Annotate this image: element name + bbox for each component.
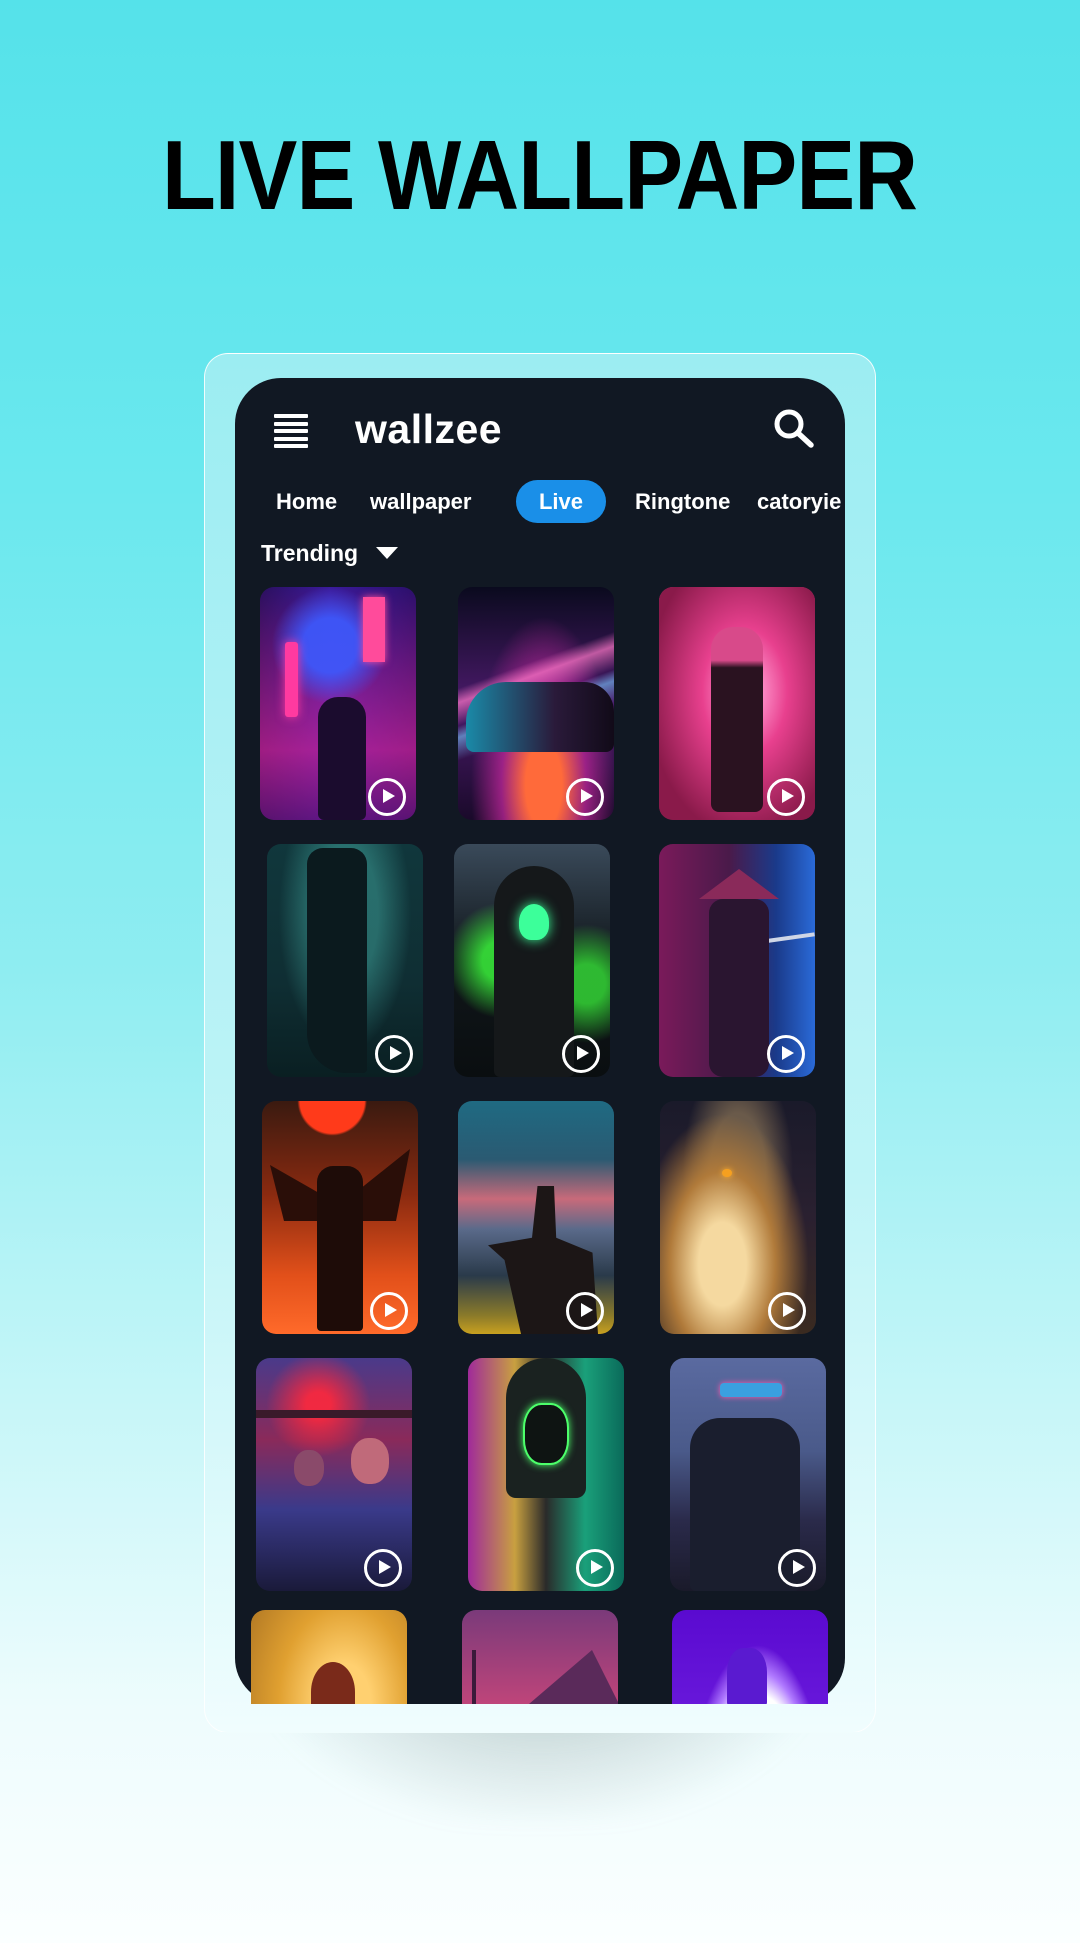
wallpaper-card[interactable]	[659, 844, 815, 1077]
headline-text: LIVE WALLPAPER	[162, 120, 918, 230]
tab-wallpaper[interactable]: wallpaper	[370, 482, 471, 522]
wallpaper-card[interactable]	[262, 1101, 418, 1334]
figure-silhouette	[709, 899, 769, 1077]
search-icon[interactable]	[770, 405, 818, 453]
face	[294, 1450, 324, 1486]
wallpaper-card[interactable]	[454, 844, 610, 1077]
play-circle-icon[interactable]	[576, 1549, 614, 1587]
warrior-silhouette	[317, 1166, 363, 1331]
visor	[720, 1383, 782, 1397]
play-circle-icon[interactable]	[566, 778, 604, 816]
tab-home[interactable]: Home	[276, 482, 337, 522]
play-circle-icon[interactable]	[566, 1292, 604, 1330]
wallpaper-card[interactable]	[458, 1101, 614, 1334]
face	[351, 1438, 389, 1484]
wallpaper-card[interactable]	[458, 587, 614, 820]
reaper-hood	[494, 866, 574, 1077]
play-circle-icon[interactable]	[370, 1292, 408, 1330]
wallpaper-card[interactable]	[260, 587, 416, 820]
page-headline: LIVE WALLPAPER	[0, 120, 1080, 230]
cat-eye	[722, 1169, 732, 1177]
character-silhouette	[711, 627, 763, 812]
category-tabs: Home wallpaper Live Ringtone catoryie	[235, 470, 845, 530]
wallpaper-card[interactable]	[256, 1358, 412, 1591]
play-circle-icon[interactable]	[778, 1549, 816, 1587]
neon-sign	[285, 642, 298, 717]
wallpaper-card[interactable]	[670, 1358, 826, 1591]
app-logo: wallzee	[355, 406, 503, 452]
palm-tree	[472, 1650, 476, 1704]
hamburger-menu-icon[interactable]	[274, 414, 308, 448]
play-circle-icon[interactable]	[375, 1035, 413, 1073]
play-circle-icon[interactable]	[368, 778, 406, 816]
wallpaper-card[interactable]	[672, 1610, 828, 1704]
wallpaper-card[interactable]	[462, 1610, 618, 1704]
wallpaper-card[interactable]	[660, 1101, 816, 1334]
figure-silhouette	[727, 1648, 767, 1704]
wallpaper-card[interactable]	[267, 844, 423, 1077]
play-circle-icon[interactable]	[562, 1035, 600, 1073]
figure-silhouette	[318, 697, 366, 820]
tab-ringtone[interactable]: Ringtone	[635, 482, 730, 522]
wallpaper-card[interactable]	[468, 1358, 624, 1591]
play-circle-icon[interactable]	[767, 778, 805, 816]
wallpaper-card[interactable]	[659, 587, 815, 820]
tab-categories[interactable]: catoryie	[757, 482, 841, 522]
caret-down-icon[interactable]	[376, 547, 398, 559]
glowing-skull	[519, 904, 549, 940]
car-silhouette	[466, 682, 614, 752]
neon-mask	[523, 1403, 569, 1465]
neon-sign	[363, 597, 385, 662]
sword-bar	[256, 1410, 412, 1418]
tab-live[interactable]: Live	[516, 480, 606, 523]
play-circle-icon[interactable]	[767, 1035, 805, 1073]
figure-silhouette	[307, 848, 367, 1073]
wallpaper-grid	[235, 560, 845, 1704]
play-circle-icon[interactable]	[768, 1292, 806, 1330]
wallpaper-card[interactable]	[251, 1610, 407, 1704]
play-circle-icon[interactable]	[364, 1549, 402, 1587]
